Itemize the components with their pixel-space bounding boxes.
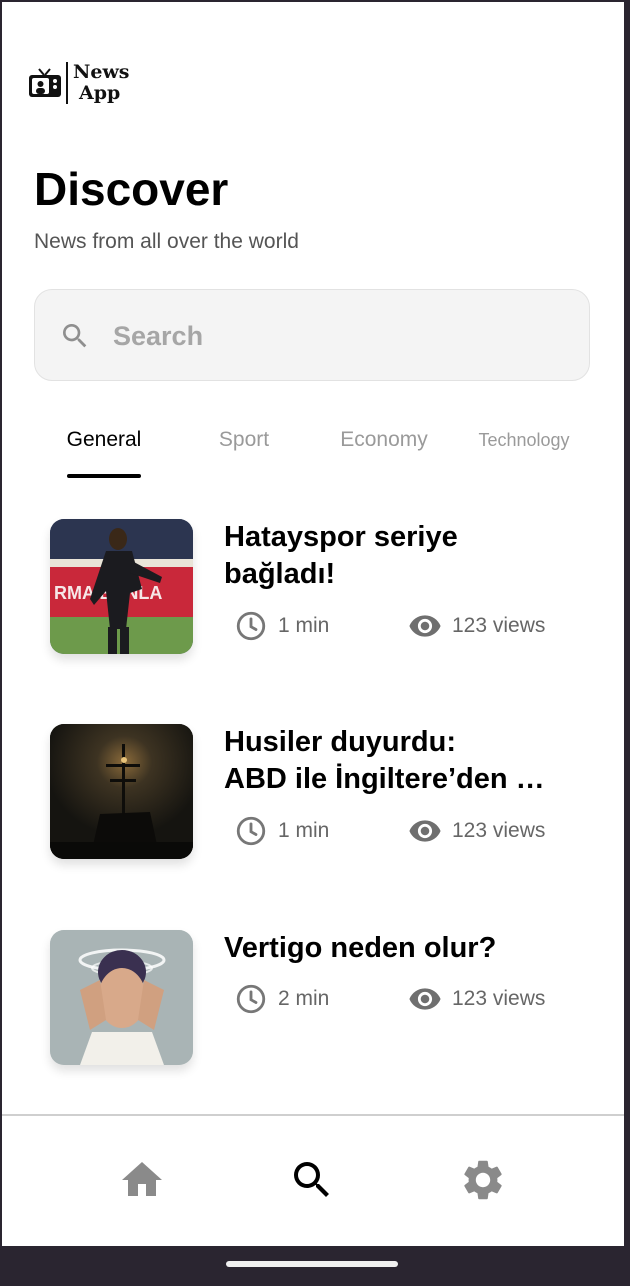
- read-time-text: 2 min: [278, 987, 330, 1010]
- football-player-image: RMA BANLA: [50, 519, 193, 654]
- article-title[interactable]: Husiler duyurdu: ABD ile İngiltere’den …: [224, 724, 584, 798]
- article-title-line: Vertigo neden olur?: [224, 932, 497, 964]
- read-time-text: 1 min: [278, 614, 330, 637]
- read-time-text: 1 min: [278, 819, 330, 842]
- night-ship-image: [50, 724, 193, 859]
- logo-line1: News: [73, 61, 130, 83]
- gear-icon: [464, 1160, 502, 1200]
- read-time: 2 min: [234, 982, 404, 1016]
- view-count-text: 123 views: [452, 614, 546, 637]
- home-icon: [122, 1162, 162, 1196]
- article-title-line: bağladı!: [224, 558, 336, 590]
- nav-home[interactable]: [118, 1156, 166, 1204]
- article-title-line: ABD ile İngiltere’den …: [224, 763, 545, 795]
- tab-economy[interactable]: Economy: [314, 422, 454, 482]
- view-count-text: 123 views: [452, 987, 546, 1010]
- page-title: Discover: [34, 163, 229, 215]
- article-title[interactable]: Hatayspor seriye bağladı!: [224, 519, 584, 593]
- app-logo: News App: [28, 60, 130, 106]
- search-icon: [63, 324, 87, 348]
- tab-label: Technology: [478, 430, 570, 450]
- read-time: 1 min: [234, 609, 404, 643]
- clock-icon: [236, 816, 266, 846]
- screen: News App Discover News from all over the…: [2, 2, 624, 1246]
- article-title[interactable]: Vertigo neden olur?: [224, 930, 584, 967]
- view-count-text: 123 views: [452, 819, 546, 842]
- search-input[interactable]: [111, 312, 555, 360]
- eye-icon: [409, 820, 441, 842]
- article-thumbnail: RMA BANLA: [50, 519, 193, 654]
- view-count: 123 views: [408, 609, 545, 643]
- tab-sport[interactable]: Sport: [174, 422, 314, 482]
- tab-general[interactable]: General: [34, 422, 174, 482]
- eye-icon: [409, 988, 441, 1010]
- logo-divider: [66, 62, 68, 104]
- search-icon: [294, 1162, 329, 1197]
- article-card[interactable]: Vertigo neden olur? 2 min 123 views: [34, 930, 604, 1070]
- article-card[interactable]: RMA BANLA Hatayspor seriye bağladı! 1 mi…: [34, 519, 604, 659]
- nav-settings[interactable]: [459, 1156, 507, 1204]
- view-count: 123 views: [408, 814, 545, 848]
- tab-technology[interactable]: Technology: [454, 422, 594, 482]
- category-tabs: General Sport Economy Technology: [34, 422, 590, 482]
- article-thumbnail: [50, 930, 193, 1065]
- tv-icon: [29, 68, 61, 97]
- read-time: 1 min: [234, 814, 404, 848]
- tab-label: General: [66, 428, 142, 451]
- tab-label: Sport: [218, 428, 270, 451]
- nav-search[interactable]: [288, 1156, 336, 1204]
- clock-icon: [236, 611, 266, 641]
- view-count: 123 views: [408, 982, 545, 1016]
- tab-label: Economy: [340, 428, 428, 451]
- dizzy-man-image: [50, 930, 193, 1065]
- article-card[interactable]: Husiler duyurdu: ABD ile İngiltere’den ……: [34, 724, 604, 864]
- home-indicator[interactable]: [226, 1261, 398, 1267]
- logo-line2: App: [79, 82, 121, 104]
- eye-icon: [409, 615, 441, 637]
- bottom-navigation: [2, 1114, 624, 1246]
- article-title-line: Hatayspor seriye: [224, 521, 458, 553]
- search-box[interactable]: [34, 289, 590, 381]
- article-thumbnail: [50, 724, 193, 859]
- article-title-line: Husiler duyurdu:: [224, 726, 457, 758]
- tab-active-indicator: [67, 474, 141, 478]
- page-subtitle: News from all over the world: [34, 230, 299, 253]
- clock-icon: [236, 984, 266, 1014]
- logo-text: News App: [73, 62, 130, 104]
